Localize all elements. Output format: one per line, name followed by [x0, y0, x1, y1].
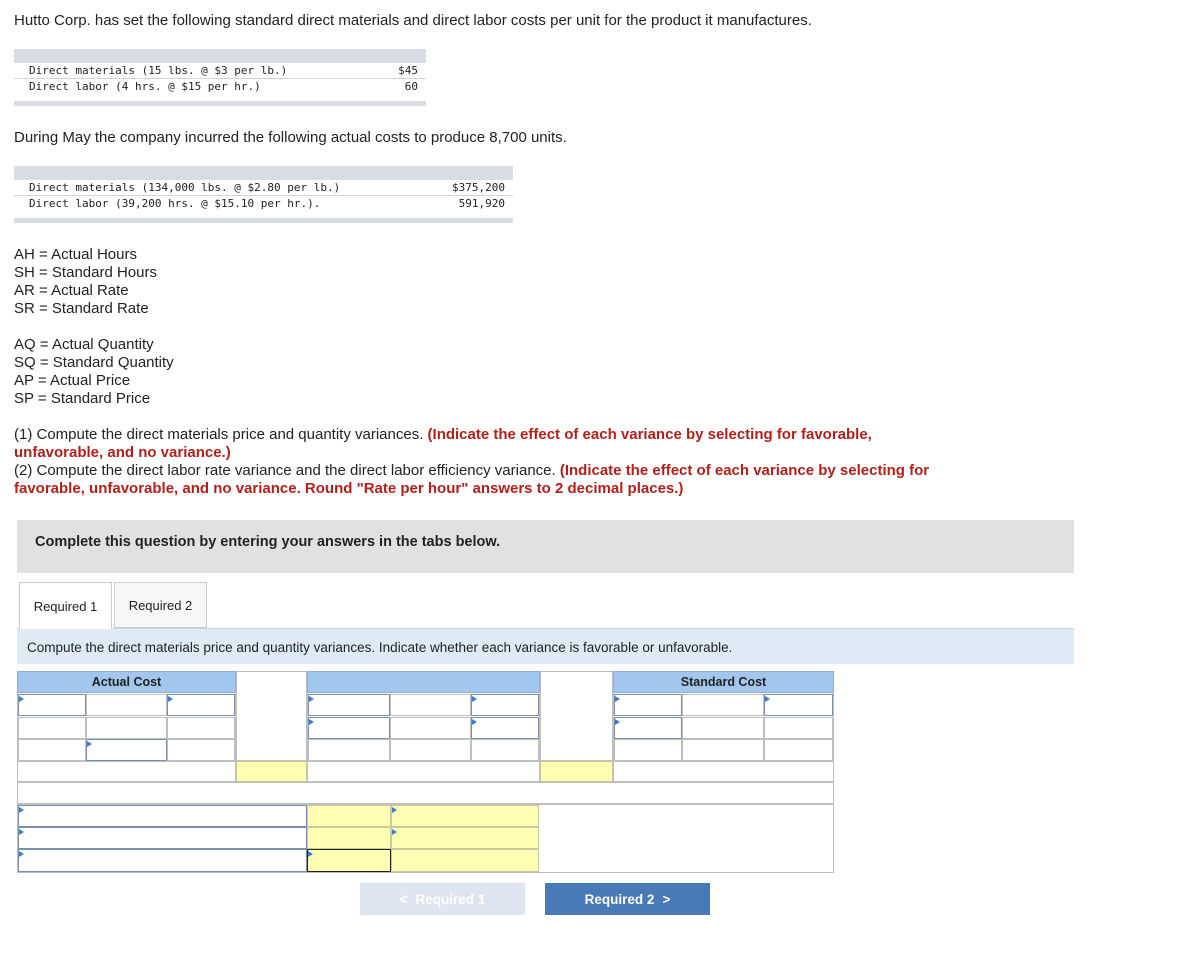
definition-sp: SP = Standard Price — [14, 390, 151, 407]
total-row-middle — [307, 761, 540, 782]
middle-input-2[interactable] — [471, 694, 539, 716]
row-label: Direct labor (39,200 hrs. @ $15.10 per h… — [29, 197, 321, 210]
middle-cell — [471, 739, 539, 761]
summary-amount-2 — [307, 827, 391, 849]
actual-cost-header: Actual Cost — [17, 671, 236, 693]
summary-effect-select-2[interactable] — [391, 827, 539, 849]
standard-cell — [682, 739, 764, 761]
spacer-row — [17, 782, 834, 804]
actual-cell — [167, 739, 235, 761]
materials-definitions: AQ = Actual Quantity SQ = Standard Quant… — [14, 336, 174, 408]
standard-cell — [682, 717, 764, 739]
middle-input-3[interactable] — [308, 717, 390, 739]
gap-2 — [540, 671, 613, 761]
summary-label-input-3[interactable] — [18, 849, 307, 872]
standard-cell — [764, 717, 833, 739]
standard-cell — [682, 694, 764, 716]
task-instruction-bar: Compute the direct materials price and q… — [17, 628, 1074, 664]
row-label: Direct materials (134,000 lbs. @ $2.80 p… — [29, 181, 341, 194]
tab-required-1[interactable]: Required 1 — [19, 582, 112, 629]
standard-cost-header: Standard Cost — [613, 671, 834, 693]
variance-grid: Actual Cost Standard Cost — [17, 671, 834, 873]
definition-ap: AP = Actual Price — [14, 372, 131, 389]
summary-effect-select-3[interactable] — [391, 849, 539, 872]
actual-cell — [86, 694, 167, 716]
summary-effect-select-1[interactable] — [391, 805, 539, 827]
actual-value-input-1[interactable] — [167, 694, 235, 716]
next-button-label: Required 2 — [584, 891, 655, 907]
actual-cell — [18, 739, 86, 761]
middle-cell — [390, 739, 471, 761]
standard-input-2[interactable] — [764, 694, 833, 716]
row-amount: 591,920 — [458, 197, 505, 210]
variance-output-1 — [236, 761, 307, 782]
prev-button-label: Required 1 — [415, 891, 486, 907]
definition-ar: AR = Actual Rate — [14, 282, 129, 299]
middle-cell — [308, 739, 390, 761]
instruction-2: (2) Compute the direct labor rate varian… — [14, 462, 930, 497]
chevron-left-icon: < — [399, 891, 408, 907]
definition-sq: SQ = Standard Quantity — [14, 354, 174, 371]
actual-cell — [18, 717, 86, 739]
total-row-right — [613, 761, 834, 782]
middle-input-4[interactable] — [471, 717, 539, 739]
tab-required-2[interactable]: Required 2 — [114, 582, 207, 628]
table-row: Direct labor (39,200 hrs. @ $15.10 per h… — [14, 196, 513, 211]
standard-cost-table: Direct materials (15 lbs. @ $3 per lb.) … — [14, 49, 426, 106]
instructions: (1) Compute the direct materials price a… — [14, 426, 964, 498]
actual-value-input-2[interactable] — [86, 739, 167, 761]
actual-cell — [86, 717, 167, 739]
variance-output-2 — [540, 761, 613, 782]
task-text: Compute the direct materials price and q… — [27, 640, 733, 655]
next-button[interactable]: Required 2 > — [545, 883, 710, 915]
instruction-1: (1) Compute the direct materials price a… — [14, 426, 872, 461]
row-label: Direct labor (4 hrs. @ $15 per hr.) — [29, 80, 261, 93]
row-amount: $375,200 — [452, 181, 505, 194]
complete-prompt: Complete this question by entering your … — [35, 534, 501, 550]
definition-sr: SR = Standard Rate — [14, 300, 149, 317]
actual-label-input-1[interactable] — [18, 694, 86, 716]
middle-header — [307, 671, 540, 693]
actual-cost-table: Direct materials (134,000 lbs. @ $2.80 p… — [14, 166, 513, 223]
definition-ah: AH = Actual Hours — [14, 246, 137, 263]
table-row: Direct labor (4 hrs. @ $15 per hr.) 60 — [14, 79, 426, 94]
prev-button[interactable]: < Required 1 — [360, 883, 525, 915]
definition-sh: SH = Standard Hours — [14, 264, 157, 281]
gap-1 — [236, 671, 307, 761]
total-row-left — [17, 761, 236, 782]
row-label: Direct materials (15 lbs. @ $3 per lb.) — [29, 64, 288, 77]
middle-cell — [390, 694, 471, 716]
actual-cell — [167, 717, 235, 739]
complete-prompt-box: Complete this question by entering your … — [17, 520, 1074, 573]
table-row: Direct materials (134,000 lbs. @ $2.80 p… — [14, 180, 513, 196]
summary-amount-3[interactable] — [307, 849, 391, 872]
summary-label-input-2[interactable] — [18, 827, 307, 849]
definition-aq: AQ = Actual Quantity — [14, 336, 154, 353]
intro-text: Hutto Corp. has set the following standa… — [14, 12, 812, 29]
row-amount: 60 — [404, 80, 418, 93]
actual-intro-text: During May the company incurred the foll… — [14, 129, 567, 146]
summary-label-input-1[interactable] — [18, 805, 307, 827]
middle-input-1[interactable] — [308, 694, 390, 716]
standard-input-1[interactable] — [614, 694, 682, 716]
labor-definitions: AH = Actual Hours SH = Standard Hours AR… — [14, 246, 157, 318]
chevron-right-icon: > — [662, 891, 671, 907]
summary-amount-1 — [307, 805, 391, 827]
standard-cell — [764, 739, 833, 761]
row-amount: $45 — [398, 64, 418, 77]
standard-input-3[interactable] — [614, 717, 682, 739]
middle-cell — [390, 717, 471, 739]
standard-cell — [614, 739, 682, 761]
table-row: Direct materials (15 lbs. @ $3 per lb.) … — [14, 63, 426, 79]
